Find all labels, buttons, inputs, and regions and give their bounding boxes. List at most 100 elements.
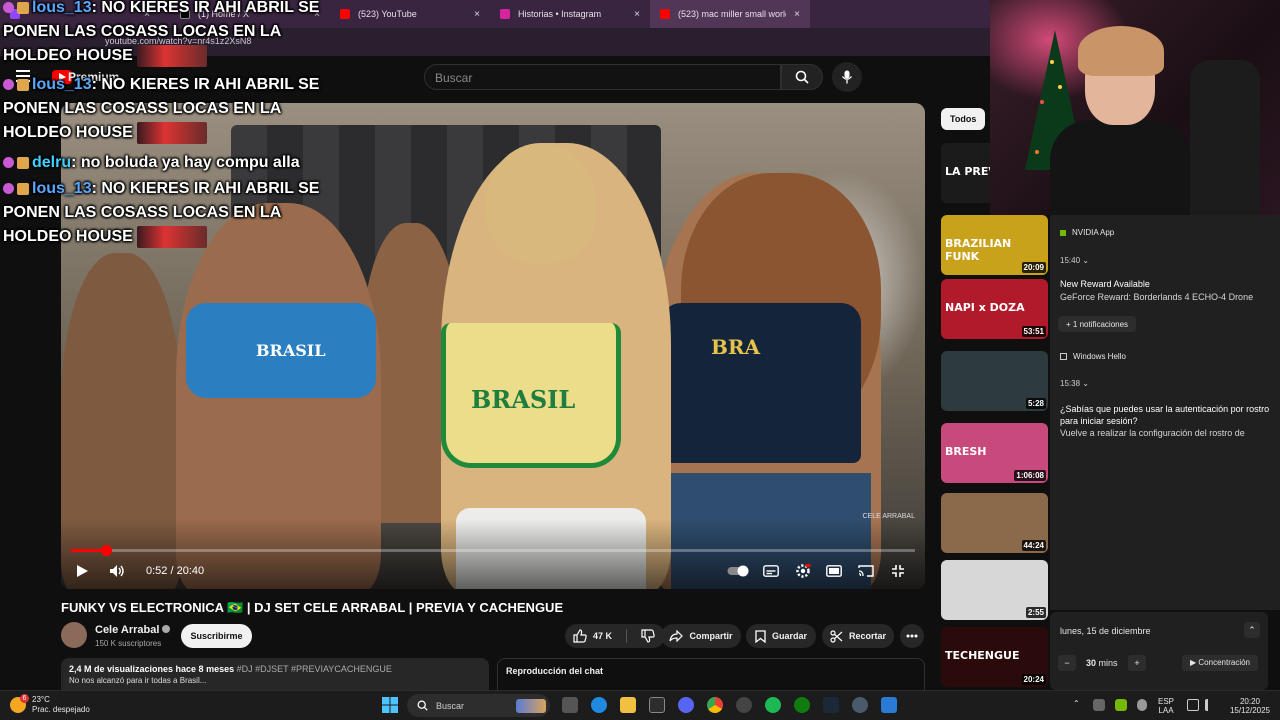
chrome-icon[interactable] [707, 697, 723, 713]
xbox-icon[interactable] [794, 697, 810, 713]
like-button[interactable]: 47 K [573, 629, 612, 643]
progress-bar[interactable] [71, 545, 915, 556]
chat-username[interactable]: delru [32, 154, 71, 171]
edge-browser-icon[interactable] [591, 697, 607, 713]
views-line: 2,4 M de visualizaciones hace 8 meses [69, 664, 235, 674]
chat-separator: : [91, 180, 102, 197]
subscribe-button[interactable]: Suscribirme [181, 624, 252, 648]
spotify-icon[interactable] [765, 697, 781, 713]
channel-name[interactable]: Cele Arrabal [95, 624, 171, 636]
voice-search-button[interactable] [832, 62, 862, 92]
github-icon[interactable] [736, 697, 752, 713]
play-icon [77, 565, 88, 577]
clip-button[interactable]: Recortar [822, 624, 894, 648]
tab-instagram[interactable]: Historias • Instagram × [490, 0, 650, 28]
calendar-date[interactable]: lunes, 15 de diciembre [1060, 626, 1151, 636]
video-duration: 20:09 [1021, 262, 1046, 273]
weather-temp: 23°C [32, 695, 50, 704]
windows-start-icon[interactable] [382, 697, 398, 713]
focus-decrease-button[interactable]: − [1058, 655, 1076, 671]
dislike-button[interactable] [641, 629, 655, 643]
more-notifications-button[interactable]: + 1 notificaciones [1058, 316, 1137, 332]
focus-duration: 30 mins [1086, 658, 1118, 668]
speaker-icon[interactable] [1205, 699, 1217, 711]
system-clock[interactable]: 20:20 15/12/2025 [1222, 697, 1278, 715]
tab-close-icon[interactable]: × [794, 9, 800, 20]
sidebar-video-thumbnail[interactable]: BRESH 1:06:08 [941, 423, 1048, 483]
language-indicator[interactable]: ESP LAA [1158, 697, 1174, 715]
weather-widget[interactable]: 6 23°C Prac. despejado [10, 694, 90, 715]
tab-close-icon[interactable]: × [474, 9, 480, 20]
blonde-hair [486, 143, 596, 263]
tab-youtube-active[interactable]: (523) mac miller small worlds - × [650, 0, 810, 28]
hashtags[interactable]: #DJ #DJSET #PREVIAYCACHENGUE [237, 664, 392, 674]
tab-youtube[interactable]: (523) YouTube × [330, 0, 490, 28]
instagram-favicon-icon [500, 9, 510, 19]
app-icon[interactable] [881, 697, 897, 713]
volume-icon [110, 565, 124, 577]
miniplayer-button[interactable] [826, 561, 842, 581]
sidebar-video-thumbnail[interactable]: NAPI x DOZA 53:51 [941, 279, 1048, 339]
notification-title[interactable]: ¿Sabías que puedes usar la autenticación… [1060, 403, 1275, 427]
calendar-collapse-button[interactable]: ⌃ [1244, 622, 1260, 638]
notification-body[interactable]: GeForce Reward: Borderlands 4 ECHO-4 Dro… [1060, 291, 1275, 303]
tray-overflow-icon[interactable]: ⌃ [1073, 699, 1080, 708]
channel-avatar[interactable] [61, 622, 87, 648]
focus-increase-button[interactable]: + [1128, 655, 1146, 671]
sidebar-video-thumbnail[interactable]: BRAZILIAN FUNK 20:09 [941, 215, 1048, 275]
chat-username[interactable]: lous_13 [32, 76, 92, 93]
sidebar-video-thumbnail[interactable]: TECHENGUE 20:24 [941, 627, 1048, 687]
focus-start-button[interactable]: ▶ Concentración [1182, 655, 1258, 671]
discord-icon[interactable] [678, 697, 694, 713]
nvidia-tray-icon[interactable] [1115, 699, 1127, 711]
windows-taskbar: 6 23°CPrac. despejado Buscar ⌃ ESPLAA [0, 690, 1280, 720]
settings-app-icon[interactable] [852, 697, 868, 713]
chat-replay-panel[interactable]: Reproducción del chat [497, 658, 925, 690]
store-icon[interactable] [649, 697, 665, 713]
tab-close-icon[interactable]: × [634, 9, 640, 20]
language-code: ESP [1158, 697, 1175, 706]
save-button[interactable]: Guardar [746, 624, 816, 648]
chevron-down-icon: ⌄ [1082, 256, 1089, 265]
volume-button[interactable] [109, 561, 125, 581]
fullscreen-exit-button[interactable] [891, 561, 905, 581]
subtitles-button[interactable] [763, 561, 779, 581]
sidebar-video-thumbnail[interactable]: 44:24 [941, 493, 1048, 553]
filter-chip-all[interactable]: Todos [941, 108, 986, 130]
notification-title[interactable]: New Reward Available [1060, 279, 1150, 289]
tray-app-icon[interactable] [1093, 699, 1105, 711]
tree-light [1050, 60, 1054, 64]
chevron-down-icon: ⌄ [1082, 379, 1089, 388]
network-icon[interactable] [1187, 699, 1199, 711]
shirt-text-center: BRASIL [471, 385, 576, 414]
chat-username[interactable]: lous_13 [32, 0, 92, 16]
video-player[interactable]: BRASIL BRA BRASIL CELE ARRABAL 0:52 / 20… [61, 103, 925, 589]
microphone-tray-icon[interactable] [1137, 699, 1147, 711]
sidebar-video-thumbnail[interactable]: 2:55 [941, 560, 1048, 620]
steam-icon[interactable] [823, 697, 839, 713]
miniplayer-icon [826, 565, 842, 577]
description-box[interactable]: 2,4 M de visualizaciones hace 8 meses #D… [61, 658, 489, 690]
notification-time[interactable]: 15:40 ⌄ [1060, 256, 1089, 265]
focus-minutes: 30 [1086, 658, 1097, 668]
play-button[interactable] [75, 561, 89, 581]
subscriber-badge-icon [3, 79, 14, 91]
scissors-icon [830, 629, 843, 643]
share-button[interactable]: Compartir [661, 624, 741, 648]
autoplay-toggle[interactable] [727, 561, 749, 581]
file-explorer-icon[interactable] [620, 697, 636, 713]
focus-label: Concentración [1198, 658, 1250, 667]
cast-button[interactable] [858, 561, 874, 581]
calendar-flyout: lunes, 15 de diciembre ⌃ − 30 mins + ▶ C… [1050, 612, 1268, 690]
focus-unit: mins [1098, 658, 1118, 668]
taskbar-search-input[interactable]: Buscar [407, 694, 550, 717]
chat-username[interactable]: lous_13 [32, 180, 92, 197]
search-button[interactable] [781, 64, 823, 90]
search-input[interactable]: Buscar [424, 64, 781, 90]
settings-button[interactable] [795, 561, 811, 581]
notification-time[interactable]: 15:38 ⌄ [1060, 379, 1089, 388]
notification-body[interactable]: Vuelve a realizar la configuración del r… [1060, 427, 1275, 439]
sidebar-video-thumbnail[interactable]: 5:28 [941, 351, 1048, 411]
task-view-icon[interactable] [562, 697, 578, 713]
more-actions-button[interactable] [900, 624, 924, 648]
